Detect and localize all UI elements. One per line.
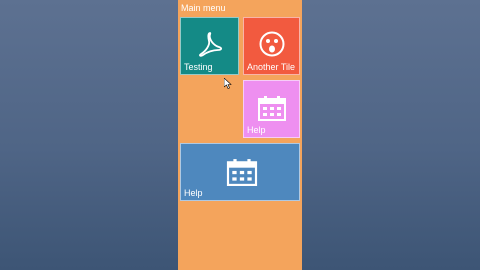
tile-another-tile[interactable]: Another Tile bbox=[243, 17, 300, 75]
mouse-cursor-icon bbox=[224, 78, 232, 89]
tile-label: Help bbox=[247, 125, 266, 135]
acrobat-icon bbox=[199, 32, 223, 57]
menu-title: Main menu bbox=[181, 3, 226, 13]
surprised-face-icon bbox=[259, 31, 285, 57]
tile-help-small[interactable]: Help bbox=[243, 80, 300, 138]
tile-label: Help bbox=[184, 188, 203, 198]
calendar-icon bbox=[258, 96, 286, 121]
main-menu-panel: Main menu Testing Another Tile Help Help bbox=[178, 0, 302, 270]
tile-label: Another Tile bbox=[247, 62, 296, 72]
tile-label: Testing bbox=[184, 62, 213, 72]
tile-testing[interactable]: Testing bbox=[180, 17, 239, 89]
calendar-icon bbox=[226, 159, 258, 186]
tile-help-wide[interactable]: Help bbox=[180, 143, 300, 201]
